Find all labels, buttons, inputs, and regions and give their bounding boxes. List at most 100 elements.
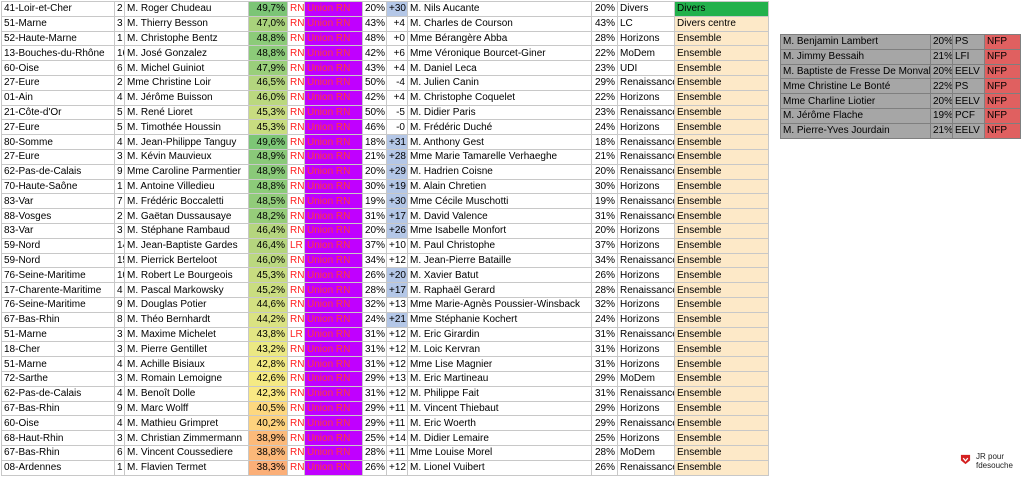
candidate-name-cell: M. Stéphane Rambaud	[124, 222, 249, 239]
opponent-group-cell: Ensemble	[674, 193, 769, 210]
opponent-pct-cell: 37%	[591, 237, 618, 254]
opponent-group-cell: Ensemble	[674, 148, 769, 165]
opponent-party-cell: Renaissance	[617, 148, 675, 165]
rn-score-cell: 43,8%	[248, 326, 288, 343]
opponent-party-cell: Renaissance	[617, 326, 675, 343]
opponent-group-cell: Ensemble	[674, 341, 769, 358]
union-rn-cell: Union RN	[304, 444, 363, 461]
gap-cell: -0	[386, 119, 408, 136]
table-row: 88-Vosges 2 M. Gaëtan Dussausaye 48,2% RN Uni…	[1, 208, 769, 224]
opponent-pct-cell: 32%	[591, 296, 618, 313]
opponent-score-cell: 43%	[362, 60, 387, 76]
opponent-name-cell: M. Eric Woerth	[407, 415, 592, 432]
nfp-pct-cell: 21%	[930, 48, 953, 65]
candidate-name-cell: M. Christophe Bentz	[124, 30, 249, 47]
party-cell: RN	[287, 370, 305, 387]
dept-cell: 67-Bas-Rhin	[1, 444, 115, 461]
union-rn-cell: Union RN	[304, 296, 363, 313]
nfp-pct-cell: 21%	[930, 122, 953, 139]
gap-cell: +17	[386, 208, 408, 224]
union-rn-cell: Union RN	[304, 148, 363, 165]
party-cell: RN	[287, 74, 305, 91]
table-row: 67-Bas-Rhin 8 M. Théo Bernhardt 44,2% RN Unio…	[1, 311, 769, 328]
dept-cell: 59-Nord	[1, 237, 115, 254]
opponent-name-cell: M. Frédéric Duché	[407, 119, 592, 136]
nfp-tag-cell: NFP	[984, 48, 1021, 65]
dept-cell: 80-Somme	[1, 134, 115, 150]
gap-cell: +12	[386, 252, 408, 269]
table-row: Mme Christine Le Bonté 22% PS NFP	[780, 78, 1021, 95]
dept-cell: 62-Pas-de-Calais	[1, 163, 115, 180]
dept-cell: 27-Eure	[1, 148, 115, 165]
opponent-group-cell: Ensemble	[674, 459, 769, 476]
opponent-score-cell: 31%	[362, 356, 387, 372]
union-rn-cell: Union RN	[304, 237, 363, 254]
rn-score-cell: 49,6%	[248, 134, 288, 150]
table-row: 68-Haut-Rhin 3 M. Christian Zimmermann 38,9…	[1, 430, 769, 446]
opponent-name-cell: M. Didier Paris	[407, 104, 592, 121]
opponent-score-cell: 34%	[362, 252, 387, 269]
opponent-name-cell: M. Christophe Coquelet	[407, 89, 592, 106]
table-row: M. Baptiste de Fresse De Monval 20% EELV NF…	[780, 63, 1021, 80]
candidate-name-cell: M. Christian Zimmermann	[124, 430, 249, 446]
opponent-pct-cell: 31%	[591, 356, 618, 372]
opponent-name-cell: M. Eric Girardin	[407, 326, 592, 343]
district-number-cell: 3	[114, 15, 125, 32]
rn-score-cell: 45,3%	[248, 267, 288, 284]
party-cell: LR	[287, 237, 305, 254]
nfp-candidates-table: M. Benjamin Lambert 20% PS NFP M. Jimmy Bess…	[780, 34, 1021, 139]
opponent-name-cell: M. Loic Kervran	[407, 341, 592, 358]
rn-score-cell: 38,3%	[248, 459, 288, 476]
party-cell: RN	[287, 341, 305, 358]
rn-score-cell: 43,2%	[248, 341, 288, 358]
opponent-group-cell: Ensemble	[674, 400, 769, 417]
opponent-group-cell: Ensemble	[674, 222, 769, 239]
gap-cell: +19	[386, 178, 408, 195]
opponent-pct-cell: 28%	[591, 444, 618, 461]
union-rn-cell: Union RN	[304, 267, 363, 284]
dept-cell: 18-Cher	[1, 341, 115, 358]
district-number-cell: 9	[114, 296, 125, 313]
district-number-cell: 2	[114, 74, 125, 91]
opponent-score-cell: 29%	[362, 400, 387, 417]
table-row: 60-Oise 4 M. Mathieu Grimpret 40,2% RN Union …	[1, 415, 769, 432]
union-rn-cell: Union RN	[304, 326, 363, 343]
table-row: 27-Eure 2 Mme Christine Loir 46,5% RN Union R…	[1, 74, 769, 91]
candidate-name-cell: M. Frédéric Boccaletti	[124, 193, 249, 210]
candidate-name-cell: M. Vincent Coussediere	[124, 444, 249, 461]
party-cell: RN	[287, 104, 305, 121]
opponent-name-cell: Mme Véronique Bourcet-Giner	[407, 45, 592, 62]
opponent-party-cell: Horizons	[617, 178, 675, 195]
nfp-tag-cell: NFP	[984, 107, 1021, 124]
opponent-score-cell: 29%	[362, 415, 387, 432]
nfp-tag-cell: NFP	[984, 63, 1021, 80]
union-rn-cell: Union RN	[304, 119, 363, 136]
rn-score-cell: 42,8%	[248, 356, 288, 372]
opponent-group-cell: Ensemble	[674, 252, 769, 269]
opponent-party-cell: Renaissance	[617, 163, 675, 180]
dept-cell: 41-Loir-et-Cher	[1, 1, 115, 17]
gap-cell: +28	[386, 148, 408, 165]
party-cell: RN	[287, 400, 305, 417]
gap-cell: +11	[386, 400, 408, 417]
opponent-pct-cell: 31%	[591, 341, 618, 358]
opponent-pct-cell: 31%	[591, 385, 618, 402]
union-rn-cell: Union RN	[304, 104, 363, 121]
party-cell: RN	[287, 30, 305, 47]
opponent-name-cell: M. Didier Lemaire	[407, 430, 592, 446]
union-rn-cell: Union RN	[304, 193, 363, 210]
opponent-pct-cell: 26%	[591, 267, 618, 284]
opponent-name-cell: M. Alain Chretien	[407, 178, 592, 195]
nfp-tag-cell: NFP	[984, 122, 1021, 139]
opponent-pct-cell: 29%	[591, 74, 618, 91]
union-rn-cell: Union RN	[304, 30, 363, 47]
opponent-pct-cell: 31%	[591, 208, 618, 224]
opponent-score-cell: 28%	[362, 444, 387, 461]
opponent-name-cell: M. Philippe Fait	[407, 385, 592, 402]
rn-score-cell: 38,9%	[248, 430, 288, 446]
candidate-name-cell: M. Jean-Philippe Tanguy	[124, 134, 249, 150]
nfp-name-cell: M. Pierre-Yves Jourdain	[780, 122, 931, 139]
union-rn-cell: Union RN	[304, 252, 363, 269]
party-cell: RN	[287, 222, 305, 239]
rn-score-cell: 46,4%	[248, 237, 288, 254]
